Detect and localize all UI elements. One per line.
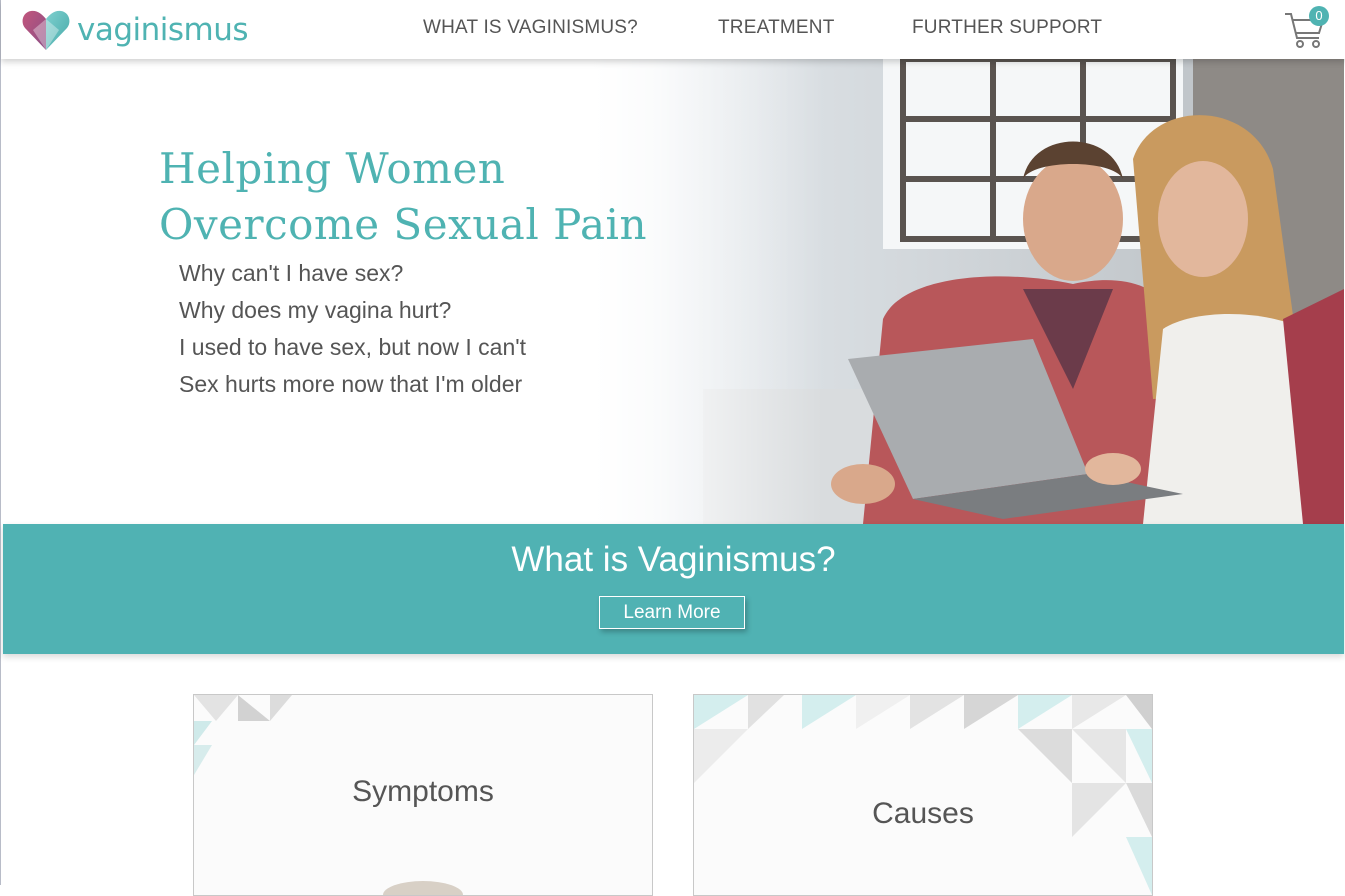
hero-question: Why does my vagina hurt? [179, 297, 452, 323]
nav-what-is-vaginismus[interactable]: WHAT IS VAGINISMUS? [423, 17, 638, 39]
hero-question: Why can't I have sex? [179, 260, 404, 286]
heart-logo-icon [22, 10, 70, 50]
hero-question-list: Why can't I have sex? Why does my vagina… [179, 255, 526, 403]
learn-more-button[interactable]: Learn More [599, 596, 745, 629]
causes-card[interactable]: Causes [693, 694, 1153, 896]
logo-text: vaginismus [77, 12, 249, 48]
hero-question: I used to have sex, but now I can't [179, 334, 527, 360]
cart-count-badge: 0 [1309, 6, 1329, 26]
card-title-causes: Causes [872, 797, 974, 830]
symptoms-card[interactable]: Symptoms [193, 694, 653, 896]
cart-button[interactable]: 0 [1283, 6, 1329, 50]
site-header: vaginismus WHAT IS VAGINISMUS? TREATMENT… [1, 0, 1345, 59]
hero-title: Helping Women Overcome Sexual Pain [159, 141, 679, 253]
what-is-band: What is Vaginismus? Learn More [3, 524, 1344, 654]
hero-section: Helping Women Overcome Sexual Pain Why c… [3, 59, 1344, 524]
band-title: What is Vaginismus? [511, 540, 836, 579]
site-logo[interactable]: vaginismus [21, 8, 249, 52]
triangle-pattern-decoration [694, 695, 1152, 895]
hero-question: Sex hurts more now that I'm older [179, 371, 523, 397]
hero-title-line-1: Helping Women [159, 144, 506, 193]
card-title-symptoms: Symptoms [352, 775, 494, 808]
hero-title-line-2: Overcome Sexual Pain [159, 200, 648, 249]
nav-treatment[interactable]: TREATMENT [718, 17, 835, 39]
nav-further-support[interactable]: FURTHER SUPPORT [912, 17, 1102, 39]
